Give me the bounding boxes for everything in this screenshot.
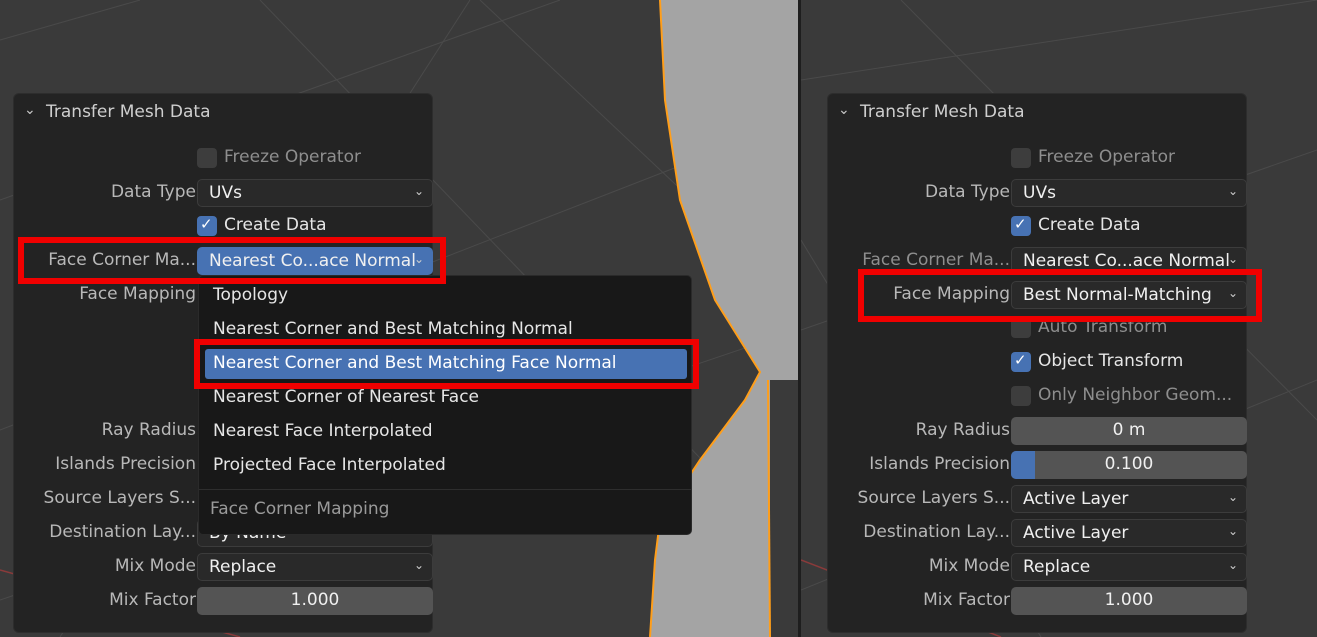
mix-mode-value: Replace — [209, 557, 277, 577]
menu-item-projected-face-interpolated[interactable]: Projected Face Interpolated — [205, 451, 687, 481]
menu-divider — [199, 489, 691, 490]
destination-layers-label: Destination Lay... — [49, 522, 196, 542]
data-type-row: Data Type UVs ⌄ — [828, 177, 1247, 207]
face-corner-mapping-value: Nearest Co...ace Normal — [1023, 251, 1230, 271]
mix-factor-row: Mix Factor 1.000 — [14, 585, 433, 615]
menu-item-label: Nearest Corner and Best Matching Normal — [213, 319, 573, 339]
chevron-down-icon: ⌄ — [1227, 558, 1238, 572]
object-transform-label: Object Transform — [1038, 351, 1184, 371]
ray-radius-value: 0 m — [1112, 420, 1146, 440]
mix-factor-field[interactable]: 1.000 — [197, 587, 433, 615]
destination-layers-row: Destination Lay... Active Layer ⌄ — [828, 517, 1247, 547]
source-layers-label: Source Layers S... — [857, 488, 1010, 508]
data-type-row: Data Type UVs ⌄ — [14, 177, 433, 207]
data-type-dropdown[interactable]: UVs ⌄ — [1011, 179, 1247, 207]
freeze-operator-label: Freeze Operator — [1038, 147, 1175, 167]
checkmark-icon: ✓ — [200, 215, 213, 233]
freeze-operator-label: Freeze Operator — [224, 147, 361, 167]
ray-radius-label: Ray Radius — [101, 420, 196, 440]
highlight-face-corner-mapping — [18, 237, 446, 284]
chevron-down-icon: ⌄ — [413, 558, 424, 572]
object-transform-row: ✓ Object Transform — [828, 347, 1246, 377]
source-layers-dropdown[interactable]: Active Layer ⌄ — [1011, 485, 1247, 513]
data-type-value: UVs — [209, 183, 242, 203]
panel-header[interactable]: ⌄ Transfer Mesh Data — [828, 94, 1246, 130]
chevron-down-icon: ⌄ — [1227, 490, 1238, 504]
mix-factor-value: 1.000 — [1104, 590, 1154, 610]
chevron-down-icon: ⌄ — [413, 184, 424, 198]
mix-factor-row: Mix Factor 1.000 — [828, 585, 1247, 615]
data-type-dropdown[interactable]: UVs ⌄ — [197, 179, 433, 207]
islands-precision-slider[interactable]: 0.100 — [1011, 451, 1247, 479]
source-layers-label: Source Layers S... — [43, 488, 196, 508]
data-type-label: Data Type — [110, 182, 196, 202]
panel-title: Transfer Mesh Data — [860, 102, 1025, 122]
chevron-down-icon[interactable]: ⌄ — [24, 102, 36, 118]
menu-item-nearest-face-interpolated[interactable]: Nearest Face Interpolated — [205, 417, 687, 447]
checkbox-icon: ✓ — [197, 215, 217, 236]
freeze-operator-row: Freeze Operator — [828, 143, 1246, 173]
ray-radius-row: Ray Radius 0 m — [828, 415, 1247, 445]
menu-footer-title: Face Corner Mapping — [210, 499, 390, 519]
viewport-left[interactable]: ⌄ Transfer Mesh Data Freeze Operator Dat… — [0, 0, 798, 637]
islands-precision-label: Islands Precision — [869, 454, 1010, 474]
data-type-value: UVs — [1023, 183, 1056, 203]
mix-factor-value: 1.000 — [290, 590, 340, 610]
face-mapping-label: Face Mapping — [79, 284, 196, 304]
islands-precision-value: 0.100 — [1104, 454, 1154, 474]
checkbox-icon — [197, 148, 217, 168]
checkbox-icon: ✓ — [1011, 351, 1031, 372]
face-corner-mapping-menu: Topology Nearest Corner and Best Matchin… — [198, 275, 692, 535]
checkbox-icon: ✓ — [1011, 215, 1031, 236]
panel-title: Transfer Mesh Data — [46, 102, 211, 122]
checkmark-icon: ✓ — [1014, 351, 1027, 369]
mix-mode-value: Replace — [1023, 557, 1091, 577]
mix-mode-dropdown[interactable]: Replace ⌄ — [197, 553, 433, 581]
checkbox-icon — [1011, 386, 1031, 406]
panel-header[interactable]: ⌄ Transfer Mesh Data — [14, 94, 432, 130]
transfer-mesh-data-panel-right: ⌄ Transfer Mesh Data Freeze Operator Dat… — [827, 93, 1247, 633]
create-data-label: Create Data — [224, 215, 327, 235]
data-type-label: Data Type — [924, 182, 1010, 202]
checkmark-icon: ✓ — [1014, 215, 1027, 233]
mix-factor-label: Mix Factor — [109, 590, 196, 610]
chevron-down-icon: ⌄ — [1227, 524, 1238, 538]
menu-item-label: Topology — [213, 285, 289, 305]
create-data-label: Create Data — [1038, 215, 1141, 235]
source-layers-row: Source Layers S... Active Layer ⌄ — [828, 483, 1247, 513]
viewport-right[interactable]: ⌄ Transfer Mesh Data Freeze Operator Dat… — [801, 0, 1317, 637]
mix-mode-label: Mix Mode — [114, 556, 196, 576]
only-neighbor-geometry-label: Only Neighbor Geom... — [1038, 385, 1233, 405]
highlight-face-mapping — [858, 269, 1262, 322]
ray-radius-label: Ray Radius — [915, 420, 1010, 440]
destination-layers-label: Destination Lay... — [863, 522, 1010, 542]
chevron-down-icon: ⌄ — [1227, 252, 1238, 266]
menu-item-label: Nearest Corner of Nearest Face — [213, 387, 480, 407]
source-layers-value: Active Layer — [1023, 489, 1129, 509]
destination-layers-dropdown[interactable]: Active Layer ⌄ — [1011, 519, 1247, 547]
chevron-down-icon[interactable]: ⌄ — [838, 102, 850, 118]
mix-mode-dropdown[interactable]: Replace ⌄ — [1011, 553, 1247, 581]
mix-factor-field[interactable]: 1.000 — [1011, 587, 1247, 615]
menu-item-label: Projected Face Interpolated — [213, 455, 446, 475]
create-data-row: ✓ Create Data — [828, 211, 1246, 241]
mix-factor-label: Mix Factor — [923, 590, 1010, 610]
checkbox-icon — [1011, 148, 1031, 168]
highlight-selected-menu-item — [194, 339, 699, 389]
destination-layers-value: Active Layer — [1023, 523, 1129, 543]
mix-mode-row: Mix Mode Replace ⌄ — [14, 551, 433, 581]
freeze-operator-row: Freeze Operator — [14, 143, 432, 173]
menu-item-topology[interactable]: Topology — [205, 281, 687, 311]
mix-mode-row: Mix Mode Replace ⌄ — [828, 551, 1247, 581]
menu-item-label: Nearest Face Interpolated — [213, 421, 433, 441]
chevron-down-icon: ⌄ — [1227, 184, 1238, 198]
mix-mode-label: Mix Mode — [928, 556, 1010, 576]
islands-precision-label: Islands Precision — [55, 454, 196, 474]
face-corner-mapping-label: Face Corner Ma... — [862, 250, 1010, 270]
islands-precision-row: Islands Precision 0.100 — [828, 449, 1247, 479]
only-neighbor-geometry-row: Only Neighbor Geom... — [828, 381, 1246, 411]
ray-radius-field[interactable]: 0 m — [1011, 417, 1247, 445]
